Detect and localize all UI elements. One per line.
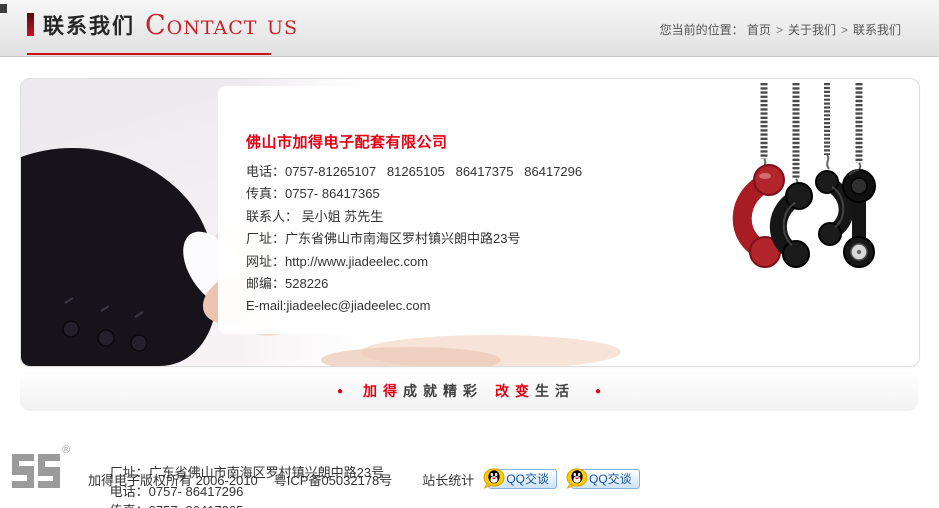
slogan-bullet-icon: ● (595, 385, 602, 397)
black-handset (769, 182, 813, 268)
company-name: 佛山市加得电子配套有限公司 (246, 134, 448, 151)
footer-copyright: 加得电子版权所有 2006-2010 (88, 472, 258, 488)
slogan-red-1: 加得 (363, 383, 403, 399)
breadcrumb-separator: > (775, 23, 783, 37)
black-handset (815, 170, 854, 246)
page-title-en: Contact us (145, 10, 299, 41)
footer-icp: 粤ICP备05032178号 (273, 472, 393, 488)
contact-info: 佛山市加得电子配套有限公司 电话：0757-81265107 81265105 … (246, 131, 582, 318)
breadcrumb-link-home[interactable]: 首页 (747, 23, 771, 37)
breadcrumb-link-contact[interactable]: 联系我们 (853, 23, 901, 37)
section-title: 联系我们 Contact us (27, 12, 298, 39)
qq-chat-button-1[interactable]: QQ交谈 (483, 468, 557, 489)
contact-row-person: 联系人： 吴小姐 苏先生 (246, 208, 384, 224)
site-stats-link[interactable]: 站长统计 (422, 470, 474, 489)
qq-chat-label: QQ交谈 (588, 472, 632, 486)
contact-row-phone: 电话：0757-81265107 81265105 86417375 86417… (246, 164, 583, 179)
breadcrumb-label: 您当前的位置： (659, 23, 747, 37)
qq-penguin-icon (483, 468, 505, 489)
contact-row-website: 网址：http://www.jiadeelec.com (246, 253, 429, 269)
contact-card: 佛山市加得电子配套有限公司 电话：0757-81265107 81265105 … (20, 78, 920, 367)
corner-mark (0, 4, 7, 13)
slogan-dark-1: 成就精彩 (403, 383, 483, 399)
phones-illustration (732, 83, 876, 268)
contact-row-zip: 邮编：528226 (246, 276, 329, 292)
contact-row-email: E-mail:jiadeelec@jiadeelec.com (246, 298, 431, 314)
page: 联系我们 Contact us 您当前的位置： 首页 > 关于我们 > 联系我们 (0, 0, 939, 508)
qq-chat-label: QQ交谈 (506, 472, 549, 486)
handshake-hand-detail (321, 347, 501, 366)
footer-copyright-line: 加得电子版权所有 2006-2010 粤ICP备05032178号 站长统计 Q… (88, 468, 640, 489)
slogan-red-2: 改变 (495, 383, 535, 399)
page-title-cn: 联系我们 (43, 14, 135, 38)
qq-chat-button-2[interactable]: QQ交谈 (566, 468, 640, 489)
title-underline (27, 53, 271, 55)
contact-row-address: 厂址：广东省佛山市南海区罗村镇兴朗中路23号 (246, 231, 521, 247)
registered-trademark: ® (62, 444, 70, 456)
breadcrumb-link-about[interactable]: 关于我们 (788, 23, 836, 37)
slogan-bullet-icon: ● (336, 385, 343, 397)
slogan-dark-2: 生活 (535, 383, 575, 399)
page-header: 联系我们 Contact us 您当前的位置： 首页 > 关于我们 > 联系我们 (0, 0, 939, 57)
contact-row-fax: 传真：0757- 86417365 (246, 186, 380, 202)
footer-fax: 传真：0757- 86417365 (110, 503, 244, 508)
title-accent-bar (27, 13, 34, 36)
page-footer: ® 厂址：广东省佛山市南海区罗村镇兴朗中路23号 电话：0757- 864172… (0, 420, 939, 508)
company-logo-icon: ® (12, 444, 70, 488)
slogan-bar: ● 加得 成就精彩 改变 生活 ● (20, 371, 918, 411)
qq-penguin-icon (566, 468, 588, 489)
breadcrumb: 您当前的位置： 首页 > 关于我们 > 联系我们 (660, 21, 901, 38)
breadcrumb-separator: > (840, 23, 848, 37)
